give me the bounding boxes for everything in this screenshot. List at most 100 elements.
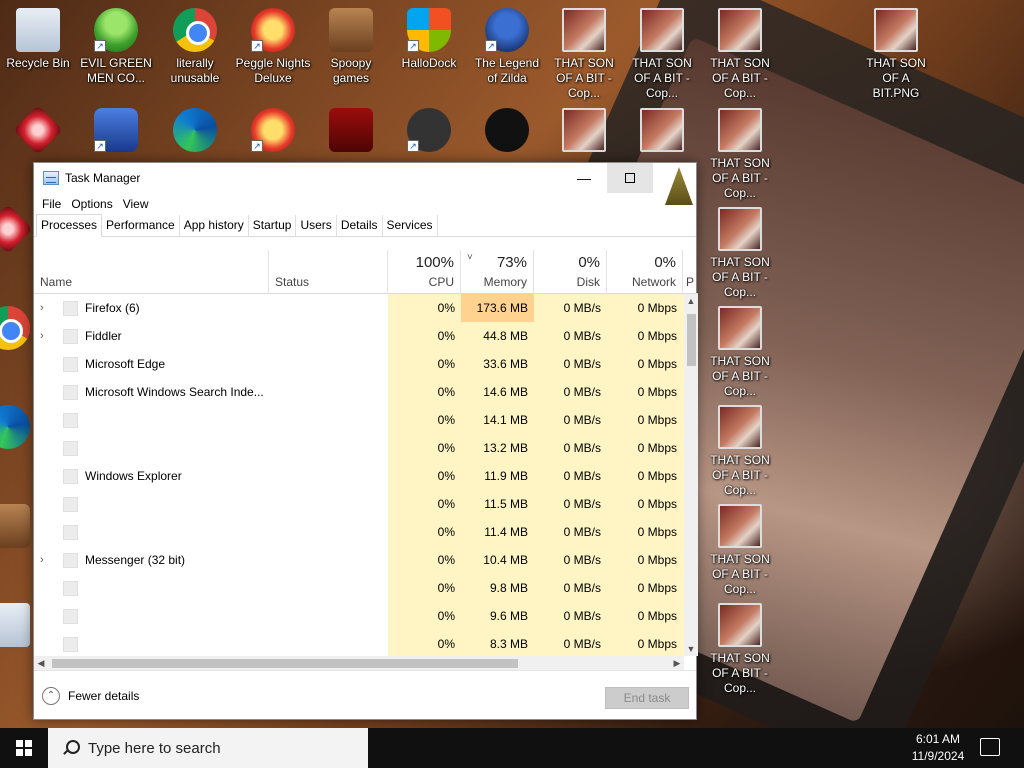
desktop-icon-literally-unusable[interactable]: literally unusable — [157, 8, 233, 86]
desktop-icon-peggle[interactable]: ↗ Peggle Nights Deluxe — [235, 8, 311, 86]
table-row[interactable]: 0% 13.2 MB 0 MB/s 0 Mbps — [34, 434, 684, 462]
desktop-icon-photo-9[interactable]: THAT SON OF A BIT - Cop... — [702, 405, 778, 498]
process-icon — [63, 609, 78, 624]
horizontal-scrollbar[interactable]: ◀ ▶ — [34, 656, 684, 670]
desktop-icon-label: HalloDock — [401, 56, 457, 70]
chevron-right-icon[interactable]: › — [40, 322, 44, 350]
table-row[interactable]: Microsoft Edge 0% 33.6 MB 0 MB/s 0 Mbps — [34, 350, 684, 378]
horizontal-scroll-thumb[interactable] — [52, 659, 518, 668]
vertical-scroll-thumb[interactable] — [687, 314, 696, 366]
menu-file[interactable]: File — [38, 197, 65, 211]
column-label-power: P — [686, 275, 695, 289]
notification-icon[interactable] — [980, 738, 1000, 756]
scroll-down-icon[interactable]: ▼ — [684, 642, 698, 656]
table-row[interactable]: 0% 11.5 MB 0 MB/s 0 Mbps — [34, 490, 684, 518]
table-row[interactable]: 0% 9.6 MB 0 MB/s 0 Mbps — [34, 602, 684, 630]
table-row[interactable]: 0% 11.4 MB 0 MB/s 0 Mbps — [34, 518, 684, 546]
process-name: Fiddler — [85, 329, 122, 343]
menu-options[interactable]: Options — [67, 197, 116, 211]
tab-services[interactable]: Services — [383, 215, 438, 236]
fewer-details-button[interactable]: ⌃ Fewer details — [42, 687, 139, 705]
title-bar[interactable]: Task Manager — — [34, 163, 696, 205]
desktop-icon-label: THAT SON OF A BIT - Cop... — [710, 156, 770, 200]
taskbar-search-box[interactable]: Type here to search — [48, 728, 368, 768]
table-row[interactable]: 0% 8.3 MB 0 MB/s 0 Mbps — [34, 630, 684, 656]
table-row[interactable]: Microsoft Windows Search Inde... 0% 14.6 M… — [34, 378, 684, 406]
desktop-icon-photo-10[interactable]: THAT SON OF A BIT - Cop... — [702, 504, 778, 597]
tab-details[interactable]: Details — [337, 215, 383, 236]
process-name: Microsoft Edge — [85, 357, 166, 371]
table-row[interactable]: › Fiddler 0% 44.8 MB 0 MB/s 0 Mbps — [34, 322, 684, 350]
table-row[interactable]: 0% 14.1 MB 0 MB/s 0 Mbps — [34, 406, 684, 434]
desktop-icon-spoopy-games[interactable]: Spoopy games — [313, 8, 389, 86]
tab-startup[interactable]: Startup — [249, 215, 297, 236]
desktop-icon-hallodock[interactable]: ↗ HalloDock — [391, 8, 467, 71]
scroll-right-icon[interactable]: ▶ — [670, 656, 684, 670]
tab-performance[interactable]: Performance — [102, 215, 180, 236]
minimize-button[interactable]: — — [561, 163, 607, 193]
column-header-network[interactable]: 0% Network — [607, 250, 683, 294]
desktop-icon-app[interactable]: ↗ — [391, 108, 467, 156]
process-icon — [63, 329, 78, 344]
process-disk-cell: 0 MB/s — [534, 518, 607, 546]
menu-view[interactable]: View — [119, 197, 153, 211]
shortcut-arrow-icon: ↗ — [407, 140, 419, 152]
desktop-icon-photo-2[interactable]: THAT SON OF A BIT - Cop... — [624, 8, 700, 101]
tab-processes[interactable]: Processes — [36, 214, 103, 237]
column-header-power[interactable]: P — [683, 250, 698, 294]
chevron-right-icon[interactable]: › — [40, 294, 44, 322]
process-name-cell — [34, 630, 269, 656]
desktop-icon-peggle-2[interactable]: ↗ — [235, 108, 311, 156]
column-header-cpu[interactable]: 100% CPU — [388, 250, 461, 294]
desktop-icon-photo-11[interactable]: THAT SON OF A BIT - Cop... — [702, 603, 778, 696]
desktop-icon-yashma[interactable] — [469, 108, 545, 156]
chevron-right-icon[interactable]: › — [40, 546, 44, 574]
process-name: Windows Explorer — [85, 469, 182, 483]
process-icon — [63, 301, 78, 316]
column-header-memory[interactable]: ˅ 73% Memory — [461, 250, 534, 294]
desktop-icon-photo-4[interactable] — [546, 108, 622, 156]
desktop-icon-photo-8[interactable]: THAT SON OF A BIT - Cop... — [702, 306, 778, 399]
desktop-icon-photo-6[interactable]: THAT SON OF A BIT - Cop... — [702, 108, 778, 201]
process-disk-cell: 0 MB/s — [534, 294, 607, 322]
process-icon — [63, 581, 78, 596]
desktop-icon-bejeweled-1[interactable] — [0, 105, 76, 156]
start-button[interactable] — [0, 728, 48, 768]
desktop-icon-photo-7[interactable]: THAT SON OF A BIT - Cop... — [702, 207, 778, 300]
vertical-scrollbar[interactable]: ▲ ▼ — [684, 294, 698, 656]
desktop-icon-photo-5[interactable] — [624, 108, 700, 156]
scroll-up-icon[interactable]: ▲ — [684, 294, 698, 308]
column-header-name[interactable]: Name — [34, 250, 269, 294]
desktop-icon-legend-of-zilda[interactable]: ↗ The Legend of Zilda — [469, 8, 545, 86]
task-manager-icon — [43, 171, 59, 185]
desktop-icon-evil-green-men[interactable]: ↗ EVIL GREEN MEN CO... — [78, 8, 154, 86]
table-row[interactable]: 0% 9.8 MB 0 MB/s 0 Mbps — [34, 574, 684, 602]
system-clock[interactable]: 6:01 AM 11/9/2024 — [900, 731, 976, 765]
desktop-icon-flash[interactable] — [313, 108, 389, 156]
column-header-status[interactable]: Status — [269, 250, 388, 294]
tab-users[interactable]: Users — [296, 215, 337, 236]
process-status-cell — [269, 406, 388, 434]
process-network-cell: 0 Mbps — [607, 406, 683, 434]
table-row[interactable]: › Firefox (6) 0% 173.6 MB 0 MB/s 0 Mbps — [34, 294, 684, 322]
tab-app-history[interactable]: App history — [180, 215, 249, 236]
column-headers: Name Status 100% CPU ˅ 73% Memory 0% Dis… — [34, 250, 698, 294]
process-name-cell: Microsoft Edge — [34, 350, 269, 378]
desktop-icon-edge[interactable] — [157, 108, 233, 156]
table-row[interactable]: › Messenger (32 bit) 0% 10.4 MB 0 MB/s 0 Mbps — [34, 546, 684, 574]
maximize-button[interactable] — [607, 163, 653, 193]
process-name-cell — [34, 518, 269, 546]
process-name-cell: › Messenger (32 bit) — [34, 546, 269, 574]
end-task-button[interactable]: End task — [605, 687, 689, 709]
table-row[interactable]: Windows Explorer 0% 11.9 MB 0 MB/s 0 Mbps — [34, 462, 684, 490]
scroll-left-icon[interactable]: ◀ — [34, 656, 48, 670]
footer-bar: ⌃ Fewer details End task — [34, 670, 696, 720]
process-status-cell — [269, 630, 388, 656]
column-header-disk[interactable]: 0% Disk — [534, 250, 607, 294]
desktop-icon-photo-3[interactable]: THAT SON OF A BIT - Cop... — [702, 8, 778, 101]
app-icon — [0, 504, 30, 548]
desktop-icon-mpl[interactable]: ↗ — [78, 108, 154, 156]
desktop-icon-photo-png[interactable]: THAT SON OF A BIT.PNG — [858, 8, 934, 101]
desktop-icon-recycle-bin[interactable]: Recycle Bin — [0, 8, 76, 71]
desktop-icon-photo-1[interactable]: THAT SON OF A BIT - Cop... — [546, 8, 622, 101]
